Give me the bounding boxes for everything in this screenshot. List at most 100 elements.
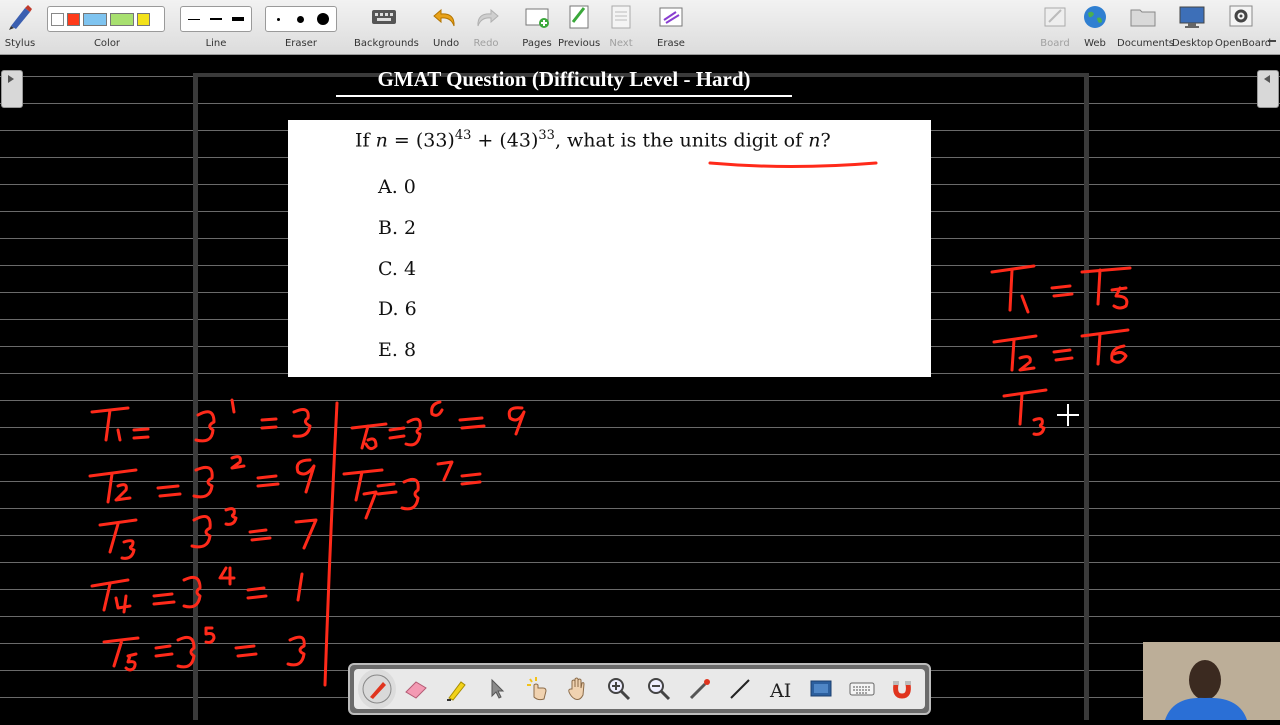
page-frame-right <box>1084 75 1089 720</box>
redo-icon <box>477 8 499 27</box>
eraser-small-button[interactable] <box>269 10 288 28</box>
eraser-label: Eraser <box>284 38 318 49</box>
choice-a: A. 0 <box>378 176 416 198</box>
erase-button[interactable]: Erase <box>651 0 691 54</box>
arrow-cursor-icon <box>491 678 505 699</box>
zoom-in-tool-button[interactable] <box>599 669 640 709</box>
pen-tool-button[interactable] <box>358 669 396 709</box>
settings-icon <box>1229 5 1253 27</box>
add-page-icon <box>525 8 549 28</box>
stylus-icon <box>9 5 32 30</box>
openboard-button[interactable]: OpenBoard <box>1215 0 1272 54</box>
presenter-video-icon <box>1143 642 1280 720</box>
text-icon: AI <box>769 680 791 702</box>
erase-board-icon <box>659 7 683 27</box>
minimize-button[interactable] <box>1268 40 1276 42</box>
stylus-label: Stylus <box>4 38 36 49</box>
monitor-icon <box>1179 6 1205 28</box>
line-medium-button[interactable] <box>206 10 225 28</box>
svg-text:AI: AI <box>769 680 791 702</box>
webcam-overlay <box>1143 642 1280 720</box>
board-label: Board <box>1040 38 1070 49</box>
line-label: Line <box>205 38 227 49</box>
board-icon <box>1044 7 1066 27</box>
interact-tool-button[interactable] <box>518 669 559 709</box>
whiteboard-canvas[interactable]: GMAT Question (Difficulty Level - Hard) … <box>0 55 1280 720</box>
web-label: Web <box>1084 38 1106 49</box>
eraser-size-picker <box>265 6 337 32</box>
choice-b: B. 2 <box>378 217 417 239</box>
page-frame-left <box>193 75 198 720</box>
highlighter-tool-button[interactable] <box>437 669 478 709</box>
pages-label: Pages <box>522 38 552 49</box>
chevron-left-icon <box>1264 75 1270 83</box>
pan-tool-button[interactable] <box>558 669 599 709</box>
backgrounds-label: Backgrounds <box>354 38 419 49</box>
undo-button[interactable]: Undo <box>426 0 466 54</box>
magnet-icon <box>893 681 912 699</box>
desktop-button[interactable]: Desktop <box>1172 0 1213 54</box>
erase-label: Erase <box>657 38 685 49</box>
floating-toolbar: AI <box>348 663 931 715</box>
question-image[interactable]: If n = (33)43 + (43)33, what is the unit… <box>288 120 931 377</box>
pointing-hand-icon <box>526 677 547 701</box>
previous-label: Previous <box>558 38 601 49</box>
line-tool-button[interactable] <box>720 669 761 709</box>
stylus-button[interactable]: Stylus <box>0 0 40 54</box>
previous-button[interactable]: Previous <box>558 0 600 54</box>
redo-label: Redo <box>473 38 499 49</box>
next-button: Next <box>601 0 641 54</box>
laser-pointer-tool-button[interactable] <box>680 669 721 709</box>
chevron-right-icon <box>8 75 14 83</box>
right-panel-toggle[interactable] <box>1257 70 1279 108</box>
text-tool-button[interactable]: AI <box>761 669 802 709</box>
keyboard-icon <box>849 682 875 696</box>
color-swatch-red[interactable] <box>67 12 80 26</box>
hand-icon <box>568 677 585 700</box>
laser-pointer-icon <box>689 679 710 700</box>
eraser-large-button[interactable] <box>314 10 333 28</box>
select-tool-button[interactable] <box>477 669 518 709</box>
next-page-icon <box>611 5 631 29</box>
eraser-group: Eraser <box>265 0 337 54</box>
floating-toolbar-tools: AI <box>354 669 925 709</box>
next-label: Next <box>609 38 633 49</box>
folder-icon <box>1130 9 1156 27</box>
eraser-medium-button[interactable] <box>291 10 310 28</box>
main-toolbar: Stylus Color Line Eraser Backgrounds Und… <box>0 0 1280 55</box>
color-swatch-yellow[interactable] <box>137 12 150 26</box>
backgrounds-button[interactable]: Backgrounds <box>354 0 419 54</box>
web-button[interactable]: Web <box>1077 0 1113 54</box>
pages-button[interactable]: Pages <box>517 0 557 54</box>
left-panel-toggle[interactable] <box>1 70 23 108</box>
eraser-icon <box>405 681 428 699</box>
redo-button: Redo <box>466 0 506 54</box>
color-palette <box>47 6 165 32</box>
zoom-out-tool-button[interactable] <box>639 669 680 709</box>
choice-e: E. 8 <box>378 339 417 361</box>
magnet-tool-button[interactable] <box>882 669 923 709</box>
color-swatch-blue[interactable] <box>83 12 107 26</box>
undo-icon <box>433 8 455 27</box>
choice-c: C. 4 <box>378 258 417 280</box>
choice-d: D. 6 <box>378 298 417 320</box>
zoom-in-icon <box>607 678 630 701</box>
virtual-keyboard-button[interactable] <box>842 669 883 709</box>
eraser-tool-button[interactable] <box>396 669 437 709</box>
line-icon <box>730 679 750 699</box>
color-swatch-green[interactable] <box>110 12 134 26</box>
highlighter-icon <box>446 681 466 701</box>
keyboard-icon <box>372 10 396 24</box>
line-group: Line <box>180 0 252 54</box>
color-group: Color <box>47 0 167 54</box>
zoom-out-icon <box>648 678 671 701</box>
line-thin-button[interactable] <box>184 10 203 28</box>
openboard-label: OpenBoard <box>1215 38 1272 49</box>
previous-page-icon <box>569 5 589 29</box>
question-text: If n = (33)43 + (43)33, what is the unit… <box>355 128 831 152</box>
color-swatch-white[interactable] <box>51 12 64 26</box>
line-thick-button[interactable] <box>229 10 248 28</box>
documents-button[interactable]: Documents <box>1117 0 1174 54</box>
capture-tool-button[interactable] <box>801 669 842 709</box>
globe-icon <box>1084 6 1106 28</box>
